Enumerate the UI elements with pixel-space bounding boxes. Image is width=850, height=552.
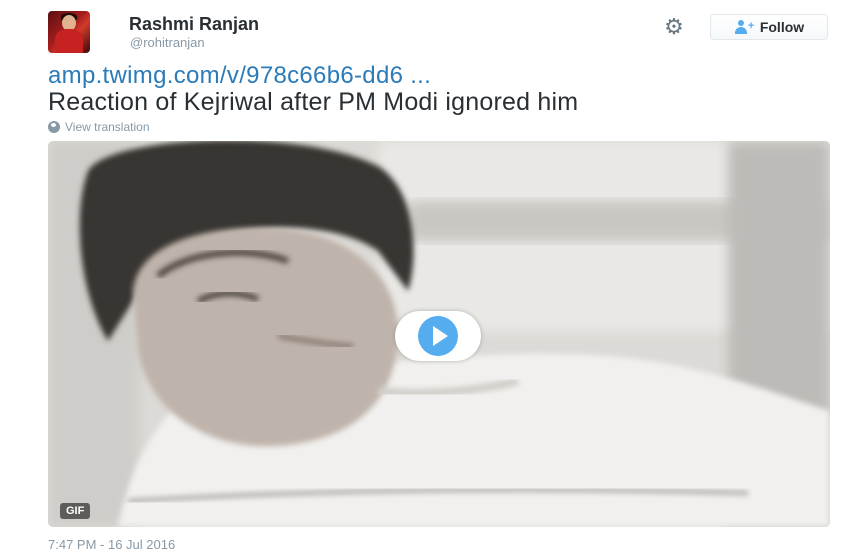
- view-translation-label: View translation: [65, 120, 150, 134]
- user-screen-name[interactable]: @rohitranjan: [130, 35, 205, 50]
- tweet-text: Reaction of Kejriwal after PM Modi ignor…: [48, 88, 579, 116]
- play-button[interactable]: [395, 311, 481, 361]
- gif-badge: GIF: [60, 503, 91, 519]
- avatar[interactable]: [48, 11, 90, 53]
- follow-user-icon: +: [734, 20, 754, 34]
- tweet-media-link[interactable]: amp.twimg.com/v/978c66b6-dd6 ...: [48, 62, 431, 90]
- gif-media[interactable]: GIF: [48, 141, 830, 527]
- play-icon: [418, 316, 458, 356]
- gear-icon[interactable]: ⚙: [662, 16, 686, 38]
- follow-label: Follow: [759, 19, 805, 35]
- avatar-body: [55, 29, 83, 53]
- follow-button[interactable]: + Follow: [710, 14, 828, 40]
- user-display-name[interactable]: Rashmi Ranjan: [129, 14, 259, 35]
- view-translation-link[interactable]: View translation: [48, 120, 150, 134]
- globe-icon: [48, 121, 60, 133]
